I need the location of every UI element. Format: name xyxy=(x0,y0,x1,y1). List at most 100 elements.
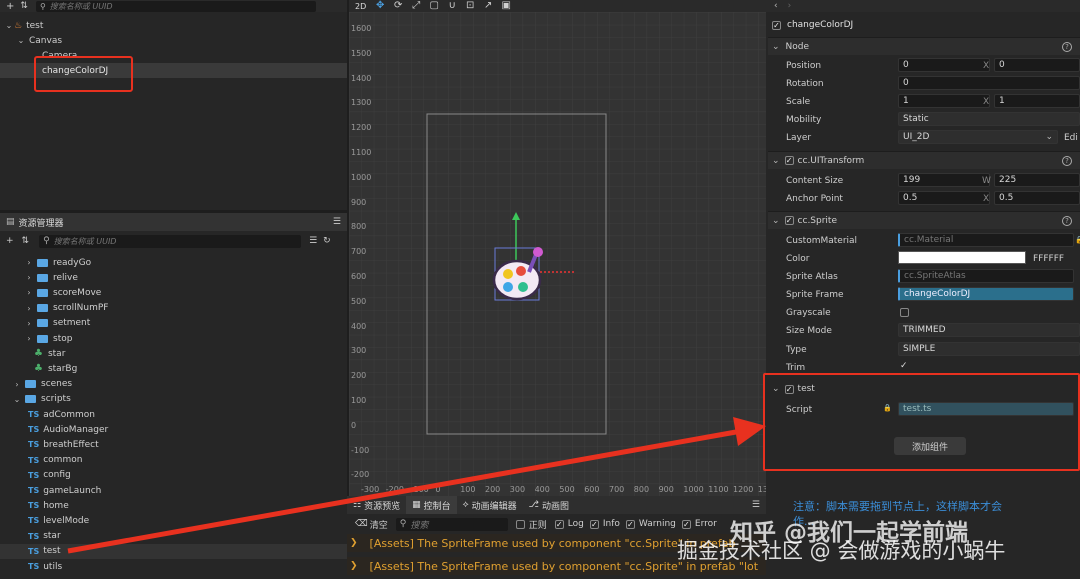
scale-tool-icon[interactable]: ⤢ xyxy=(410,0,422,12)
tree-node-test[interactable]: ⌄ ♨ test xyxy=(0,18,347,33)
node-name-input[interactable]: changeColorDJ xyxy=(787,20,853,30)
chevron-right-icon[interactable]: › xyxy=(12,380,22,389)
clear-button[interactable]: ⌫ 清空 xyxy=(355,518,388,531)
tab-animation-graph[interactable]: ⎇ 动画图 xyxy=(523,496,575,514)
color-swatch[interactable] xyxy=(898,251,1026,264)
filter-log[interactable]: ✓ Log xyxy=(554,519,584,529)
pivot-tool-icon[interactable]: ⊡ xyxy=(464,0,476,12)
move-tool-icon[interactable]: ✥ xyxy=(374,0,386,12)
chevron-down-icon[interactable]: ⌄ xyxy=(772,384,780,394)
filter-warning[interactable]: ✓ Warning xyxy=(625,519,676,529)
asset-item[interactable]: TS levelMode xyxy=(0,513,347,528)
asset-item[interactable]: › setment xyxy=(0,316,347,331)
size-mode-select[interactable]: TRIMMED xyxy=(898,323,1080,337)
chevron-down-icon[interactable]: ⌄ xyxy=(16,36,26,45)
asset-item[interactable]: TS AudioManager xyxy=(0,422,347,437)
asset-item[interactable]: TS gameLaunch xyxy=(0,483,347,498)
tab-console[interactable]: ▦ 控制台 xyxy=(406,496,457,514)
asset-item[interactable]: ♣ starBg xyxy=(0,361,347,376)
asset-item[interactable]: TS breathEffect xyxy=(0,437,347,452)
tab-asset-preview[interactable]: ☷ 资源预览 xyxy=(347,496,406,514)
sprite-frame-field[interactable]: changeColorDJ xyxy=(898,287,1074,301)
checkbox[interactable]: ✓ xyxy=(625,519,635,529)
trim-check-icon[interactable]: ✓ xyxy=(900,361,908,371)
position-y-input[interactable]: 0 xyxy=(994,58,1080,72)
rect-tool-icon[interactable]: ▢ xyxy=(428,0,440,12)
add-component-button[interactable]: 添加组件 xyxy=(894,437,966,455)
asset-item[interactable]: TS star xyxy=(0,529,347,544)
menu-icon[interactable]: ☰ xyxy=(333,217,341,227)
scale-x-input[interactable]: 1 xyxy=(898,94,990,108)
chevron-down-icon[interactable]: ⌄ xyxy=(772,216,780,226)
chevron-right-icon[interactable]: › xyxy=(24,258,34,267)
edit-layer-button[interactable]: Edi xyxy=(1064,133,1078,143)
console-search-input[interactable]: ⚲ 搜索 xyxy=(395,517,508,531)
filter-regex[interactable]: 正则 xyxy=(515,518,547,531)
node-section-header[interactable]: ⌄ Node ? xyxy=(768,37,1080,55)
help-icon[interactable]: ? xyxy=(1062,215,1072,226)
asset-item[interactable]: TS home xyxy=(0,498,347,513)
anchor-y-input[interactable]: 0.5 xyxy=(994,191,1080,205)
asset-item[interactable]: ⌄ scripts xyxy=(0,392,347,407)
rotate-tool-icon[interactable]: ⟳ xyxy=(392,0,404,12)
test-section-header[interactable]: ⌄ ✓ test xyxy=(768,381,1078,397)
menu-icon[interactable]: ☰ xyxy=(752,500,760,510)
help-icon[interactable]: ? xyxy=(1062,41,1072,52)
chevron-down-icon[interactable]: ⌄ xyxy=(772,42,780,52)
hierarchy-search-input[interactable]: ⚲ 搜索名称或 UUID xyxy=(35,0,316,12)
scale-y-input[interactable]: 1 xyxy=(994,94,1080,108)
local-tool-icon[interactable]: ↗ xyxy=(482,0,494,12)
asset-item[interactable]: ♣ star xyxy=(0,346,347,361)
chevron-right-icon[interactable]: › xyxy=(24,334,34,343)
chevron-right-icon[interactable]: › xyxy=(24,304,34,313)
uitransform-section-header[interactable]: ⌄ ✓ cc.UITransform ? xyxy=(768,151,1080,169)
anchor-x-input[interactable]: 0.5 xyxy=(898,191,990,205)
filter-error[interactable]: ✓ Error xyxy=(681,519,717,529)
grayscale-checkbox[interactable] xyxy=(900,308,909,317)
asset-item[interactable]: › stop xyxy=(0,331,347,346)
expand-icon[interactable]: ❯ xyxy=(350,538,358,548)
assets-search-input[interactable]: ⚲ 搜索名称或 UUID xyxy=(39,234,302,248)
chevron-down-icon[interactable]: ⌄ xyxy=(12,395,22,404)
checkbox[interactable]: ✓ xyxy=(554,519,564,529)
scene-view[interactable]: 2D ✥ ⟳ ⤢ ▢ ∪ ⊡ ↗ ▣ 1600 1500 1400 1300 1200 1… xyxy=(349,0,766,496)
asset-item[interactable]: › scrollNumPF xyxy=(0,301,347,316)
sort-icon[interactable]: ⇅ xyxy=(20,1,28,11)
node-active-checkbox[interactable]: ✓ xyxy=(772,20,781,30)
asset-item[interactable]: TS adCommon xyxy=(0,407,347,422)
asset-item[interactable]: › scenes xyxy=(0,377,347,392)
component-enabled-checkbox[interactable]: ✓ xyxy=(784,384,794,394)
custom-material-field[interactable]: cc.Material xyxy=(898,233,1074,247)
back-icon[interactable]: ‹ xyxy=(774,1,778,11)
sprite-section-header[interactable]: ⌄ ✓ cc.Sprite ? xyxy=(768,211,1080,229)
asset-item[interactable]: › readyGo xyxy=(0,255,347,270)
rotation-input[interactable]: 0 xyxy=(898,76,1080,90)
expand-icon[interactable]: ❯ xyxy=(350,561,358,571)
list-view-icon[interactable]: ☰ xyxy=(309,236,317,246)
position-x-input[interactable]: 0 xyxy=(898,58,990,72)
asset-item[interactable]: TS utils xyxy=(0,559,347,574)
chevron-right-icon[interactable]: › xyxy=(24,273,34,282)
chevron-right-icon[interactable]: › xyxy=(24,319,34,328)
component-enabled-checkbox[interactable]: ✓ xyxy=(784,156,794,165)
layer-select[interactable]: UI_2D ⌄ xyxy=(898,130,1058,144)
add-icon[interactable]: + xyxy=(6,1,14,12)
tab-animation-editor[interactable]: ⟡ 动画编辑器 xyxy=(457,496,523,514)
type-select[interactable]: SIMPLE xyxy=(898,342,1080,356)
refresh-icon[interactable]: ↻ xyxy=(323,236,331,246)
filter-info[interactable]: ✓ Info xyxy=(589,519,620,529)
add-icon[interactable]: + xyxy=(6,236,14,246)
tree-node-canvas[interactable]: ⌄ Canvas xyxy=(0,33,347,48)
gizmo-tool-icon[interactable]: ▣ xyxy=(500,0,512,12)
snap-tool-icon[interactable]: ∪ xyxy=(446,0,458,12)
content-width-input[interactable]: 199 xyxy=(898,173,990,187)
chevron-down-icon[interactable]: ⌄ xyxy=(4,21,14,30)
asset-item[interactable]: TS test xyxy=(0,543,347,559)
checkbox[interactable] xyxy=(515,519,525,529)
asset-item[interactable]: › relive xyxy=(0,270,347,285)
asset-item[interactable]: TS config xyxy=(0,468,347,483)
content-height-input[interactable]: 225 xyxy=(994,173,1080,187)
asset-item[interactable]: › scoreMove xyxy=(0,285,347,300)
mobility-select[interactable]: Static xyxy=(898,112,1080,126)
asset-item[interactable]: TS common xyxy=(0,453,347,468)
